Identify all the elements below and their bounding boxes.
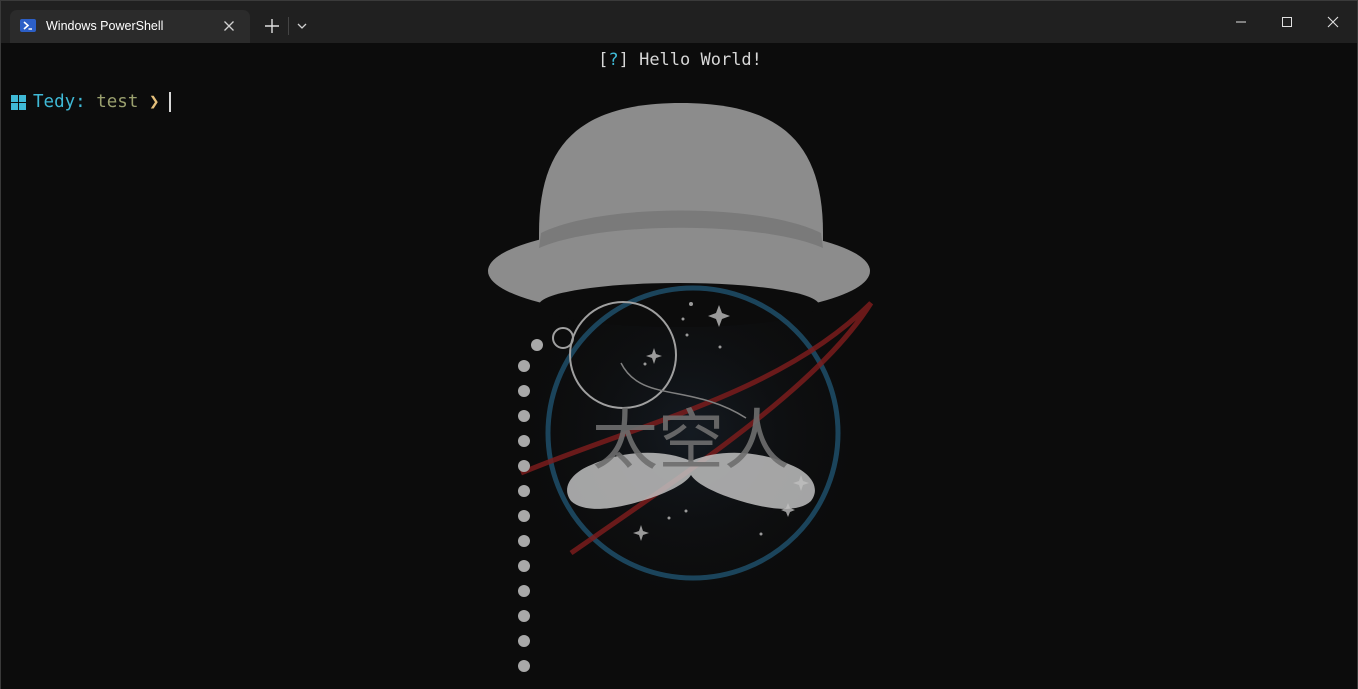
title-bar[interactable]: Windows PowerShell bbox=[1, 1, 1357, 43]
plus-icon[interactable] bbox=[261, 15, 283, 37]
artwork-text: 太空人 bbox=[592, 402, 790, 479]
tab-windows-powershell[interactable]: Windows PowerShell bbox=[10, 10, 250, 43]
close-icon[interactable] bbox=[221, 18, 237, 34]
close-window-button[interactable] bbox=[1310, 1, 1356, 43]
command-prompt[interactable]: Tedy: test ❯ bbox=[11, 92, 171, 112]
minimize-icon bbox=[1236, 21, 1246, 23]
maximize-button[interactable] bbox=[1264, 1, 1310, 43]
background-image: 太空人 bbox=[488, 103, 881, 672]
prompt-directory: test bbox=[96, 92, 139, 112]
prompt-arrow: ❯ bbox=[148, 92, 160, 112]
windows-logo-icon bbox=[11, 94, 26, 110]
chevron-down-icon[interactable] bbox=[293, 18, 311, 34]
prompt-user: Tedy: bbox=[33, 92, 86, 112]
tab-title: Windows PowerShell bbox=[46, 19, 164, 33]
maximize-icon bbox=[1282, 17, 1292, 27]
close-bracket: ] bbox=[618, 50, 629, 70]
terminal-window: Windows PowerShell 太空人 [?] Hello World! … bbox=[0, 0, 1358, 689]
minimize-button[interactable] bbox=[1218, 1, 1264, 43]
question-marker: ? bbox=[608, 50, 619, 70]
close-icon bbox=[1327, 16, 1339, 28]
open-bracket: [ bbox=[598, 50, 609, 70]
terminal-area[interactable]: 太空人 [?] Hello World! Tedy: test ❯ bbox=[1, 43, 1357, 689]
powershell-icon bbox=[20, 19, 36, 32]
text-cursor[interactable] bbox=[169, 92, 171, 112]
hat-icon bbox=[488, 103, 870, 327]
hello-message: Hello World! bbox=[628, 50, 762, 70]
tab-separator bbox=[288, 17, 289, 35]
hello-output: [?] Hello World! bbox=[1, 50, 1357, 70]
